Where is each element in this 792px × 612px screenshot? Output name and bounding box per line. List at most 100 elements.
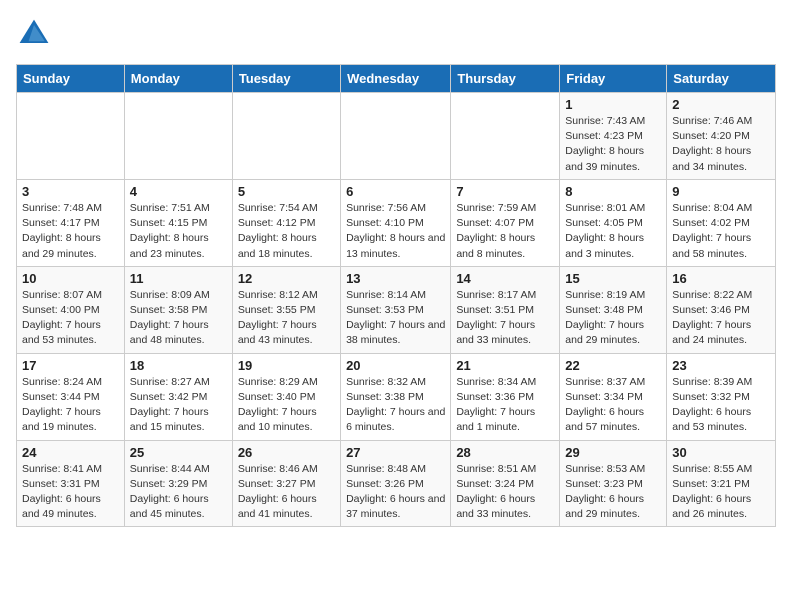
day-number: 16 [672,271,770,286]
day-cell: 5 Sunrise: 7:54 AM Sunset: 4:12 PM Daylig… [232,179,340,266]
day-cell: 26 Sunrise: 8:46 AM Sunset: 3:27 PM Dayli… [232,440,340,527]
day-number: 1 [565,97,661,112]
day-number: 6 [346,184,445,199]
day-cell [341,93,451,180]
day-cell: 21 Sunrise: 8:34 AM Sunset: 3:36 PM Dayli… [451,353,560,440]
day-cell: 13 Sunrise: 8:14 AM Sunset: 3:53 PM Dayli… [341,266,451,353]
header-day-wednesday: Wednesday [341,65,451,93]
logo [16,16,56,52]
day-number: 29 [565,445,661,460]
header-day-sunday: Sunday [17,65,125,93]
day-number: 9 [672,184,770,199]
day-info: Sunrise: 8:37 AM Sunset: 3:34 PM Dayligh… [565,375,661,436]
day-info: Sunrise: 7:56 AM Sunset: 4:10 PM Dayligh… [346,201,445,262]
day-number: 2 [672,97,770,112]
day-info: Sunrise: 8:27 AM Sunset: 3:42 PM Dayligh… [130,375,227,436]
day-number: 7 [456,184,554,199]
day-info: Sunrise: 8:14 AM Sunset: 3:53 PM Dayligh… [346,288,445,349]
day-cell [17,93,125,180]
day-cell [124,93,232,180]
day-info: Sunrise: 8:53 AM Sunset: 3:23 PM Dayligh… [565,462,661,523]
day-cell: 12 Sunrise: 8:12 AM Sunset: 3:55 PM Dayli… [232,266,340,353]
day-cell: 18 Sunrise: 8:27 AM Sunset: 3:42 PM Dayli… [124,353,232,440]
calendar-table: SundayMondayTuesdayWednesdayThursdayFrid… [16,64,776,527]
day-number: 23 [672,358,770,373]
day-info: Sunrise: 8:32 AM Sunset: 3:38 PM Dayligh… [346,375,445,436]
day-cell: 24 Sunrise: 8:41 AM Sunset: 3:31 PM Dayli… [17,440,125,527]
day-number: 8 [565,184,661,199]
day-cell: 25Sunrise: 8:44 AM Sunset: 3:29 PM Dayli… [124,440,232,527]
header-day-friday: Friday [560,65,667,93]
day-cell: 4 Sunrise: 7:51 AM Sunset: 4:15 PM Daylig… [124,179,232,266]
day-cell: 1 Sunrise: 7:43 AM Sunset: 4:23 PM Daylig… [560,93,667,180]
logo-icon [16,16,52,52]
day-number: 26 [238,445,335,460]
page-header [16,16,776,52]
day-cell: 29 Sunrise: 8:53 AM Sunset: 3:23 PM Dayli… [560,440,667,527]
day-info: Sunrise: 8:01 AM Sunset: 4:05 PM Dayligh… [565,201,661,262]
header-row: SundayMondayTuesdayWednesdayThursdayFrid… [17,65,776,93]
header-day-thursday: Thursday [451,65,560,93]
day-cell: 30Sunrise: 8:55 AM Sunset: 3:21 PM Dayli… [667,440,776,527]
day-cell: 3 Sunrise: 7:48 AM Sunset: 4:17 PM Daylig… [17,179,125,266]
header-day-monday: Monday [124,65,232,93]
day-cell: 6 Sunrise: 7:56 AM Sunset: 4:10 PM Daylig… [341,179,451,266]
day-number: 21 [456,358,554,373]
day-cell: 11Sunrise: 8:09 AM Sunset: 3:58 PM Dayli… [124,266,232,353]
day-number: 11 [130,271,227,286]
day-info: Sunrise: 8:34 AM Sunset: 3:36 PM Dayligh… [456,375,554,436]
day-number: 22 [565,358,661,373]
day-info: Sunrise: 8:41 AM Sunset: 3:31 PM Dayligh… [22,462,119,523]
day-info: Sunrise: 8:29 AM Sunset: 3:40 PM Dayligh… [238,375,335,436]
calendar-header: SundayMondayTuesdayWednesdayThursdayFrid… [17,65,776,93]
day-number: 28 [456,445,554,460]
day-number: 17 [22,358,119,373]
day-info: Sunrise: 8:48 AM Sunset: 3:26 PM Dayligh… [346,462,445,523]
day-info: Sunrise: 7:54 AM Sunset: 4:12 PM Dayligh… [238,201,335,262]
day-cell: 9 Sunrise: 8:04 AM Sunset: 4:02 PM Daylig… [667,179,776,266]
header-day-saturday: Saturday [667,65,776,93]
day-info: Sunrise: 8:12 AM Sunset: 3:55 PM Dayligh… [238,288,335,349]
day-number: 18 [130,358,227,373]
day-number: 13 [346,271,445,286]
calendar-body: 1 Sunrise: 7:43 AM Sunset: 4:23 PM Daylig… [17,93,776,527]
week-row-3: 10 Sunrise: 8:07 AM Sunset: 4:00 PM Dayli… [17,266,776,353]
day-info: Sunrise: 8:46 AM Sunset: 3:27 PM Dayligh… [238,462,335,523]
day-info: Sunrise: 8:22 AM Sunset: 3:46 PM Dayligh… [672,288,770,349]
day-cell: 7 Sunrise: 7:59 AM Sunset: 4:07 PM Daylig… [451,179,560,266]
day-info: Sunrise: 7:59 AM Sunset: 4:07 PM Dayligh… [456,201,554,262]
week-row-4: 17Sunrise: 8:24 AM Sunset: 3:44 PM Dayli… [17,353,776,440]
day-info: Sunrise: 8:07 AM Sunset: 4:00 PM Dayligh… [22,288,119,349]
day-info: Sunrise: 8:39 AM Sunset: 3:32 PM Dayligh… [672,375,770,436]
day-number: 5 [238,184,335,199]
day-cell: 27 Sunrise: 8:48 AM Sunset: 3:26 PM Dayli… [341,440,451,527]
day-number: 12 [238,271,335,286]
day-cell: 2 Sunrise: 7:46 AM Sunset: 4:20 PM Daylig… [667,93,776,180]
day-info: Sunrise: 7:51 AM Sunset: 4:15 PM Dayligh… [130,201,227,262]
week-row-1: 1 Sunrise: 7:43 AM Sunset: 4:23 PM Daylig… [17,93,776,180]
day-info: Sunrise: 7:46 AM Sunset: 4:20 PM Dayligh… [672,114,770,175]
day-cell [451,93,560,180]
day-info: Sunrise: 7:48 AM Sunset: 4:17 PM Dayligh… [22,201,119,262]
day-cell: 23 Sunrise: 8:39 AM Sunset: 3:32 PM Dayli… [667,353,776,440]
header-day-tuesday: Tuesday [232,65,340,93]
day-info: Sunrise: 7:43 AM Sunset: 4:23 PM Dayligh… [565,114,661,175]
day-cell: 8 Sunrise: 8:01 AM Sunset: 4:05 PM Daylig… [560,179,667,266]
week-row-2: 3 Sunrise: 7:48 AM Sunset: 4:17 PM Daylig… [17,179,776,266]
day-info: Sunrise: 8:04 AM Sunset: 4:02 PM Dayligh… [672,201,770,262]
day-number: 19 [238,358,335,373]
day-number: 4 [130,184,227,199]
day-number: 10 [22,271,119,286]
day-cell: 22 Sunrise: 8:37 AM Sunset: 3:34 PM Dayli… [560,353,667,440]
day-number: 25 [130,445,227,460]
day-number: 15 [565,271,661,286]
day-number: 20 [346,358,445,373]
day-number: 27 [346,445,445,460]
day-cell: 15 Sunrise: 8:19 AM Sunset: 3:48 PM Dayli… [560,266,667,353]
day-cell: 28Sunrise: 8:51 AM Sunset: 3:24 PM Dayli… [451,440,560,527]
day-number: 3 [22,184,119,199]
day-number: 24 [22,445,119,460]
day-cell: 17Sunrise: 8:24 AM Sunset: 3:44 PM Dayli… [17,353,125,440]
day-info: Sunrise: 8:19 AM Sunset: 3:48 PM Dayligh… [565,288,661,349]
day-cell: 16 Sunrise: 8:22 AM Sunset: 3:46 PM Dayli… [667,266,776,353]
